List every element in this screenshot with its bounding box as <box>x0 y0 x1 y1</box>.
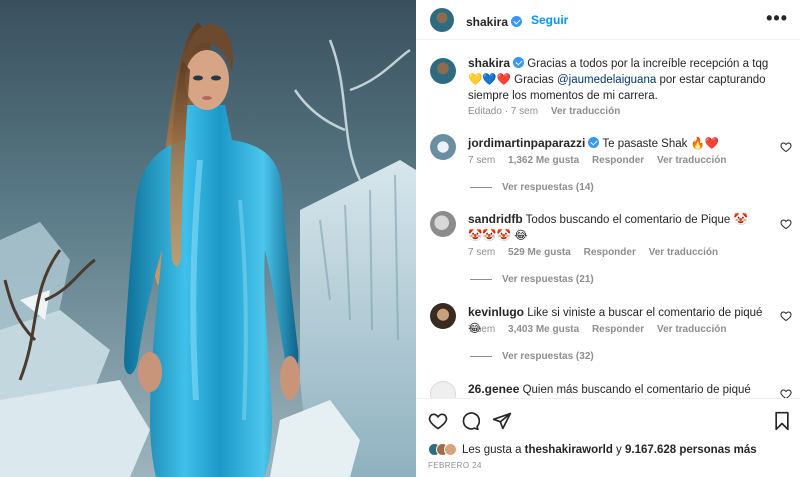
liker-avatar <box>444 443 457 456</box>
comment-translate-link[interactable]: Ver traducción <box>657 324 726 335</box>
comment-like-heart-icon[interactable] <box>780 218 792 230</box>
comment-reply-button[interactable]: Responder <box>592 324 644 335</box>
comment-body: sandridfb Todos buscando el comentario d… <box>468 211 758 244</box>
caption-translate-link[interactable]: Ver traducción <box>551 106 620 117</box>
author-username[interactable]: shakira <box>466 13 523 31</box>
comment-likes-count[interactable]: 1,362 Me gusta <box>508 155 579 166</box>
comment-meta: 7 sem 529 Me gusta Responder Ver traducc… <box>468 247 728 258</box>
comment-meta: 7 sem 3,403 Me gusta Responder Ver tradu… <box>468 324 736 335</box>
view-replies-label[interactable]: Ver respuestas (14) <box>502 182 594 193</box>
comments-section[interactable]: shakira Gracias a todos por la increíble… <box>416 41 800 398</box>
replies-divider <box>470 355 492 357</box>
comment-time: 7 sem <box>468 247 496 258</box>
comment-reply-button[interactable]: Responder <box>584 247 636 258</box>
replies-divider <box>470 186 492 188</box>
post-caption: shakira Gracias a todos por la increíble… <box>468 55 784 104</box>
view-replies-button[interactable]: Ver respuestas (21) <box>470 274 594 285</box>
comment-avatar[interactable] <box>430 381 456 398</box>
verified-badge-icon <box>513 57 525 68</box>
comment-username[interactable]: 26.genee <box>468 382 519 396</box>
caption-edited: Editado · 7 sem <box>468 106 539 117</box>
comment-meta: 7 sem 1,362 Me gusta Responder Ver tradu… <box>468 155 736 166</box>
view-replies-button[interactable]: Ver respuestas (32) <box>470 351 594 362</box>
comment-time: 7 sem <box>468 155 496 166</box>
replies-divider <box>470 278 492 280</box>
caption-avatar[interactable] <box>430 58 456 84</box>
author-username-text[interactable]: shakira <box>466 15 508 29</box>
share-icon[interactable] <box>492 411 512 431</box>
follow-button[interactable]: Seguir <box>531 13 568 27</box>
comment-translate-link[interactable]: Ver traducción <box>649 247 718 258</box>
comment-time: 7 sem <box>468 324 496 335</box>
heart-icon[interactable] <box>428 411 448 431</box>
post-photo-illustration <box>0 0 416 477</box>
post-image[interactable] <box>0 0 416 477</box>
likes-count-link[interactable]: 9.167.628 personas más <box>625 444 757 456</box>
comment-body: jordimartinpaparazzi Te pasaste Shak 🔥❤️ <box>468 135 768 152</box>
comment-icon[interactable] <box>460 411 480 431</box>
comment-like-heart-icon[interactable] <box>780 310 792 322</box>
caption-username[interactable]: shakira <box>468 56 510 70</box>
verified-badge-icon <box>511 16 523 27</box>
view-replies-button[interactable]: Ver respuestas (14) <box>470 182 594 193</box>
post-header: shakira Seguir ••• <box>416 0 800 40</box>
comment-like-heart-icon[interactable] <box>780 388 792 398</box>
comment-username[interactable]: sandridfb <box>468 212 523 226</box>
comment-reply-button[interactable]: Responder <box>592 155 644 166</box>
verified-badge-icon <box>588 137 600 148</box>
author-avatar[interactable] <box>430 8 454 32</box>
comment-text: Te pasaste Shak 🔥❤️ <box>602 138 720 150</box>
bookmark-icon[interactable] <box>772 411 792 431</box>
more-options-icon[interactable]: ••• <box>766 8 788 28</box>
comment-username[interactable]: jordimartinpaparazzi <box>468 136 585 150</box>
comment-body: 26.genee Quien más buscando el comentari… <box>468 381 768 398</box>
comment-avatar[interactable] <box>430 134 456 160</box>
liker-avatars[interactable] <box>428 443 457 456</box>
post-date[interactable]: FEBRERO 24 <box>428 461 482 470</box>
comment-like-heart-icon[interactable] <box>780 141 792 153</box>
post-actions-bar: Les gusta a theshakiraworld y 9.167.628 … <box>416 398 800 477</box>
caption-mention-link[interactable]: @jaumedelaiguana <box>557 74 656 86</box>
post-details-panel: shakira Seguir ••• shakira Gracias a tod… <box>416 0 800 477</box>
comment-translate-link[interactable]: Ver traducción <box>657 155 726 166</box>
likes-user-link[interactable]: theshakiraworld <box>525 444 613 456</box>
likes-middle: y <box>612 444 625 456</box>
comment-avatar[interactable] <box>430 303 456 329</box>
comment-avatar[interactable] <box>430 211 456 237</box>
view-replies-label[interactable]: Ver respuestas (21) <box>502 274 594 285</box>
comment-likes-count[interactable]: 3,403 Me gusta <box>508 324 579 335</box>
comment-likes-count[interactable]: 529 Me gusta <box>508 247 571 258</box>
likes-prefix: Les gusta a <box>462 444 525 456</box>
likes-summary: Les gusta a theshakiraworld y 9.167.628 … <box>428 443 757 456</box>
caption-meta: Editado · 7 sem Ver traducción <box>468 106 630 117</box>
view-replies-label[interactable]: Ver respuestas (32) <box>502 351 594 362</box>
comment-username[interactable]: kevinlugo <box>468 305 524 319</box>
